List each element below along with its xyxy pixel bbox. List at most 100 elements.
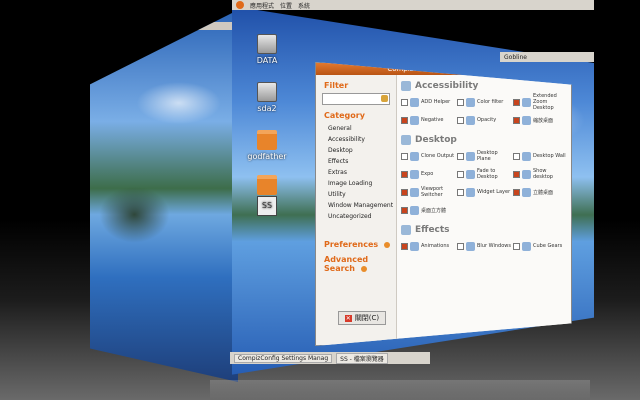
desktop-icon-label: sda2	[257, 104, 277, 113]
menu-applications[interactable]: 應用程式	[250, 1, 274, 10]
filter-input[interactable]	[322, 93, 390, 105]
plugin-checkbox[interactable]	[401, 242, 408, 250]
plugin-checkbox[interactable]	[401, 98, 408, 106]
group-title: Effects	[415, 225, 450, 235]
category-window-management[interactable]: Window Management	[316, 200, 396, 211]
plugin-item[interactable]: Extended Zoom Desktop	[513, 93, 567, 111]
plugin-checkbox[interactable]	[457, 242, 464, 250]
plugin-checkbox[interactable]	[457, 170, 464, 178]
taskbar-item-file-browser[interactable]: SS - 檔案瀏覽器	[336, 352, 388, 364]
plugin-item[interactable]: Negative	[401, 113, 455, 127]
plugin-checkbox[interactable]	[457, 152, 464, 160]
plugin-item[interactable]: Viewport Switcher	[401, 185, 455, 199]
plugin-icon	[466, 241, 475, 251]
category-accessibility[interactable]: Accessibility	[316, 134, 396, 145]
desktop-icon-godfather[interactable]: godfather	[246, 130, 288, 161]
plugin-item[interactable]: Widget Layer	[457, 185, 511, 199]
plugin-icon	[410, 115, 419, 125]
plugin-item[interactable]: ADD Helper	[401, 95, 455, 109]
category-uncategorized[interactable]: Uncategorized	[316, 211, 396, 222]
plugin-item[interactable]: Color filter	[457, 95, 511, 109]
plugin-label: Viewport Switcher	[421, 186, 444, 198]
close-button-label: 關閉(C)	[354, 314, 380, 322]
category-general[interactable]: General	[316, 123, 396, 134]
plugin-label: Desktop Plane	[477, 150, 498, 162]
desktop-icon-ss[interactable]: SS	[246, 196, 288, 216]
plugin-item[interactable]: Blur Windows	[457, 239, 511, 253]
plugin-item[interactable]: Expo	[401, 167, 455, 181]
plugin-icon	[410, 241, 419, 251]
desktop-icon-sda2[interactable]: sda2	[246, 82, 288, 113]
menu-places[interactable]: 位置	[280, 1, 292, 10]
accessibility-icon	[401, 81, 411, 91]
plugin-item[interactable]: Desktop Wall	[513, 149, 567, 163]
group-title: Desktop	[415, 135, 457, 145]
plugin-checkbox[interactable]	[513, 170, 520, 178]
plugin-label: ADD Helper	[421, 99, 451, 105]
plugin-icon	[466, 115, 475, 125]
plugin-grid-desktop: Clone Output Desktop Plane Desktop Wall …	[397, 147, 571, 219]
plugin-checkbox[interactable]	[457, 116, 464, 124]
plugin-icon	[466, 97, 475, 107]
plugin-icon	[522, 169, 531, 179]
plugin-checkbox[interactable]	[457, 188, 464, 196]
preferences-label: Preferences	[324, 240, 379, 249]
plugin-icon	[410, 97, 419, 107]
plugin-item[interactable]: Show desktop	[513, 167, 567, 181]
plugin-item[interactable]: 縮放桌面	[513, 113, 567, 127]
panel-user-label[interactable]: Gobline	[504, 54, 527, 61]
plugin-item[interactable]: 桌面立方體	[401, 203, 455, 217]
category-desktop[interactable]: Desktop	[316, 145, 396, 156]
plugin-icon	[410, 151, 419, 161]
plugin-checkbox[interactable]	[513, 188, 520, 196]
category-effects[interactable]: Effects	[316, 156, 396, 167]
close-button[interactable]: ✕ 關閉(C)	[338, 311, 386, 325]
plugin-icon	[410, 187, 419, 197]
plugin-item[interactable]: Animations	[401, 239, 455, 253]
plugin-item[interactable]: Clone Output	[401, 149, 455, 163]
image-icon: SS	[257, 196, 277, 216]
taskbar-item-ccsm[interactable]: CompizConfig Settings Manag	[234, 353, 333, 363]
plugin-label: Animations	[421, 243, 450, 249]
plugin-label: 桌面立方體	[421, 207, 447, 214]
plugin-label: Blur Windows	[477, 243, 511, 249]
ccsm-window: CompizConfig Settings Manager Filter Cat…	[315, 62, 572, 346]
plugin-label: Show desktop	[533, 168, 553, 180]
plugin-checkbox[interactable]	[513, 242, 520, 250]
plugin-icon	[522, 187, 531, 197]
category-image-loading[interactable]: Image Loading	[316, 178, 396, 189]
plugin-icon	[466, 151, 475, 161]
plugin-icon	[466, 187, 475, 197]
plugin-checkbox[interactable]	[513, 152, 520, 160]
category-utility[interactable]: Utility	[316, 189, 396, 200]
cube-side-face	[90, 10, 238, 382]
plugin-label: Clone Output	[421, 153, 455, 159]
plugin-label: Opacity	[477, 117, 497, 123]
cube-reflection	[210, 380, 590, 400]
plugin-item[interactable]: 立體桌面	[513, 185, 567, 199]
clear-icon[interactable]	[381, 95, 388, 102]
plugin-checkbox[interactable]	[513, 116, 520, 124]
plugin-checkbox[interactable]	[401, 152, 408, 160]
category-extras[interactable]: Extras	[316, 167, 396, 178]
menu-system[interactable]: 系統	[298, 1, 310, 10]
plugin-item[interactable]: Opacity	[457, 113, 511, 127]
bottom-taskbar: CompizConfig Settings Manag SS - 檔案瀏覽器	[230, 352, 430, 364]
plugin-checkbox[interactable]	[513, 98, 520, 106]
group-header-effects: Effects	[401, 225, 571, 235]
plugin-item[interactable]: Cube Gears	[513, 239, 567, 253]
desktop-icon-folder[interactable]	[246, 175, 288, 197]
plugin-label: Desktop Wall	[533, 153, 566, 159]
category-label: Category	[324, 111, 365, 120]
plugin-checkbox[interactable]	[457, 98, 464, 106]
plugin-checkbox[interactable]	[401, 116, 408, 124]
ubuntu-logo-icon[interactable]	[236, 1, 244, 9]
plugin-checkbox[interactable]	[401, 206, 408, 214]
plugin-checkbox[interactable]	[401, 170, 408, 178]
preferences-link[interactable]: Preferences	[324, 240, 396, 249]
advanced-search-link[interactable]: Advanced Search	[324, 255, 396, 273]
desktop-icon-data[interactable]: DATA	[246, 34, 288, 65]
plugin-item[interactable]: Fade to Desktop	[457, 167, 511, 181]
plugin-checkbox[interactable]	[401, 188, 408, 196]
plugin-item[interactable]: Desktop Plane	[457, 149, 511, 163]
